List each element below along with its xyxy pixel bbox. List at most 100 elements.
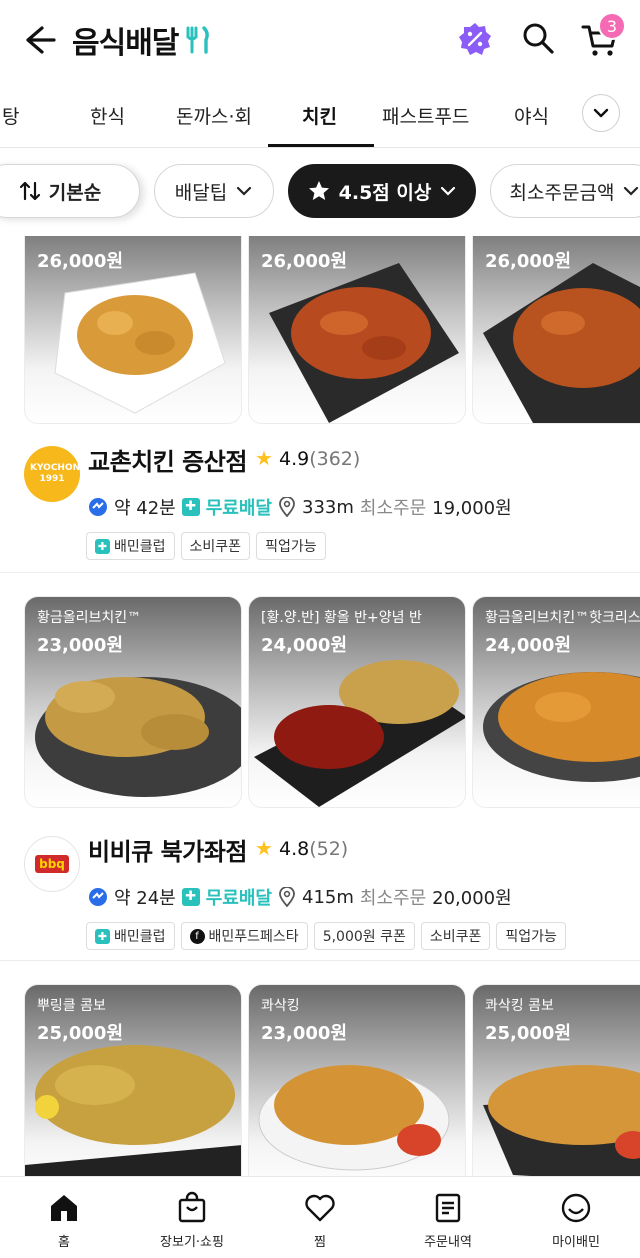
menu-row: 26,000원 26,000원 26,000원 — [24, 236, 640, 424]
store-list[interactable]: 26,000원 26,000원 26,000원 KYOCHON 1991 교촌치… — [0, 236, 640, 1176]
menu-price: 25,000원 — [485, 1023, 572, 1044]
tab-chicken[interactable]: 치킨 — [302, 102, 337, 129]
menu-card[interactable]: 콰삭킹 콤보 25,000원 — [472, 984, 640, 1176]
search-icon[interactable] — [520, 20, 556, 56]
delivery-tip-filter-button[interactable]: 배달팁 — [154, 164, 274, 218]
tag-label: 소비쿠폰 — [189, 539, 242, 555]
tag-pickup: 픽업가능 — [256, 532, 326, 560]
tag-label: 5,000원 쿠폰 — [322, 929, 406, 945]
tab-tang[interactable]: ·탕 — [0, 102, 20, 129]
baemin-club-icon: ✚ — [181, 888, 200, 906]
chicken-photo — [54, 272, 226, 414]
menu-price: 26,000원 — [485, 251, 572, 272]
top-header: 음식배달 3 — [0, 0, 640, 80]
chicken-photo — [483, 263, 640, 423]
tag-label: 배민푸드페스타 — [208, 929, 299, 945]
min-order-label: 최소주문 — [359, 498, 427, 519]
store-rating: ★ 4.9(362) — [255, 446, 360, 470]
menu-card[interactable]: 황금올리브치킨™ 23,000원 — [24, 596, 242, 808]
smile-icon — [561, 1193, 591, 1223]
menu-card[interactable]: [황.양.반] 황올 반+양념 반 24,000원 — [248, 596, 466, 808]
sort-filter-button[interactable]: 기본순 — [0, 164, 140, 218]
min-order-filter-button[interactable]: 최소주문금액 — [490, 164, 640, 218]
tab-fastfood[interactable]: 패스트푸드 — [382, 102, 469, 129]
min-order-amount: 20,000원 — [432, 888, 512, 909]
page-title-text: 음식배달 — [72, 26, 179, 61]
shopping-bag-icon — [178, 1191, 206, 1223]
delivery-time: 약 42분 — [114, 498, 176, 519]
baemin-club-icon: ✚ — [95, 928, 110, 944]
menu-name: 콰삭킹 — [261, 998, 300, 1014]
tag-label: 픽업가능 — [265, 539, 317, 555]
menu-card[interactable]: 26,000원 — [248, 236, 466, 424]
tag-label: 소비쿠폰 — [429, 929, 482, 945]
tag-baemin-club: ✚ 배민클럽 — [86, 532, 175, 560]
store-meta: 약 42분 ✚ 무료배달 333m 최소주문 19,000원 — [88, 494, 512, 520]
menu-price: 24,000원 — [485, 635, 572, 656]
free-delivery: 무료배달 — [205, 888, 272, 909]
chevron-down-icon — [441, 186, 456, 196]
menu-card[interactable]: 콰삭킹 23,000원 — [248, 984, 466, 1176]
store-name: 비비큐 북가좌점 — [88, 838, 247, 866]
nav-label: 마이배민 — [552, 1235, 600, 1250]
nav-label: 주문내역 — [424, 1235, 472, 1250]
menu-name: [황.양.반] 황올 반+양념 반 — [261, 610, 422, 626]
chicken-photo — [258, 1065, 450, 1171]
tag-food-festa: f 배민푸드페스타 — [180, 922, 308, 950]
tab-latenight[interactable]: 야식 — [514, 102, 549, 129]
section-divider — [0, 960, 640, 961]
nav-shopping[interactable]: 장보기·쇼핑 — [128, 1191, 256, 1250]
chevron-down-icon — [237, 186, 252, 196]
tag-label: 픽업가능 — [505, 929, 557, 945]
menu-price: 26,000원 — [37, 251, 124, 272]
menu-row: 뿌링클 콤보 25,000원 콰삭킹 23,000원 콰삭킹 콤보 25,000… — [24, 984, 640, 1176]
free-delivery: 무료배달 — [205, 498, 272, 519]
menu-name: 황금올리브치킨™핫크리스 — [485, 610, 640, 626]
nav-my-baemin[interactable]: 마이배민 — [512, 1191, 640, 1250]
menu-card[interactable]: 26,000원 — [24, 236, 242, 424]
tab-donkatsu[interactable]: 돈까스·회 — [176, 102, 252, 129]
festa-icon: f — [189, 928, 205, 944]
menu-card[interactable]: 26,000원 — [472, 236, 640, 424]
tab-korean[interactable]: 한식 — [90, 102, 125, 129]
menu-price: 26,000원 — [261, 251, 348, 272]
rating-filter-button[interactable]: 4.5점 이상 — [288, 164, 476, 218]
active-tab-indicator — [268, 144, 374, 147]
chevron-down-icon — [624, 186, 639, 196]
menu-name: 뿌링클 콤보 — [37, 998, 106, 1014]
tag-coupon-5000: 5,000원 쿠폰 — [313, 922, 415, 950]
chicken-photo — [25, 1045, 241, 1176]
menu-price: 23,000원 — [261, 1023, 348, 1044]
cart-count-badge: 3 — [598, 12, 626, 40]
tag-label: 배민클럽 — [114, 539, 166, 555]
coupon-badge-icon[interactable] — [458, 22, 492, 56]
star-icon: ★ — [255, 446, 273, 470]
back-arrow-icon[interactable] — [20, 22, 60, 58]
min-order-label: 최소주문 — [359, 888, 427, 909]
location-pin-icon — [279, 887, 295, 907]
bottom-navigation: 홈 장보기·쇼핑 찜 주문내역 마이배민 — [0, 1176, 640, 1258]
tabs-more-button[interactable] — [582, 94, 620, 132]
chicken-photo — [35, 677, 241, 797]
nav-label: 찜 — [314, 1235, 326, 1250]
nav-favorites[interactable]: 찜 — [256, 1191, 384, 1250]
store-distance: 333m — [302, 496, 354, 518]
menu-price: 23,000원 — [37, 635, 124, 656]
sort-filter-label: 기본순 — [48, 181, 102, 204]
nav-orders[interactable]: 주문내역 — [384, 1191, 512, 1250]
store-tags: ✚ 배민클럽 f 배민푸드페스타 5,000원 쿠폰 소비쿠폰 픽업가능 — [86, 922, 566, 950]
menu-card[interactable]: 황금올리브치킨™핫크리스 24,000원 — [472, 596, 640, 808]
nav-home[interactable]: 홈 — [0, 1191, 128, 1250]
star-icon: ★ — [255, 836, 273, 860]
menu-price: 25,000원 — [37, 1023, 124, 1044]
tag-coupon: 소비쿠폰 — [180, 532, 251, 560]
menu-name: 콰삭킹 콤보 — [485, 998, 554, 1014]
store-logo: KYOCHON 1991 — [24, 446, 80, 502]
chicken-photo — [483, 672, 640, 782]
menu-card[interactable]: 뿌링클 콤보 25,000원 — [24, 984, 242, 1176]
store-meta: 약 24분 ✚ 무료배달 415m 최소주문 20,000원 — [88, 884, 512, 910]
tag-label: 배민클럽 — [114, 929, 166, 945]
rating-filter-label: 4.5점 이상 — [338, 181, 432, 204]
menu-name: 황금올리브치킨™ — [37, 610, 142, 626]
nav-label: 홈 — [58, 1235, 70, 1250]
